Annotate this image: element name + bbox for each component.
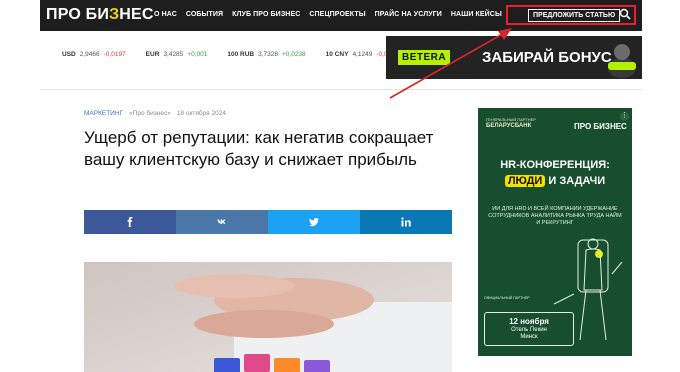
currency-value: 3,7328 (258, 51, 278, 58)
conference-ad[interactable]: ГЕНЕРАЛЬНЫЙ ПАРТНЕР БЕЛАРУСБАНК ПРО БИЗН… (478, 108, 632, 356)
nav-item-cases[interactable]: НАШИ КЕЙСЫ (451, 11, 502, 18)
currency-rates: USD 2,9466 -0,0197 EUR 3,4285 +0,001 100… (62, 51, 398, 58)
ad-subheadline-rest: И ЗАДАЧИ (545, 175, 606, 187)
ad-options-icon[interactable]: ⋮ (620, 112, 629, 121)
suggest-article-button[interactable]: ПРЕДЛОЖИТЬ СТАТЬЮ (528, 8, 621, 22)
article-category-link[interactable]: МАРКЕТИНГ (84, 110, 123, 117)
banner-mascot-icon (608, 44, 636, 78)
ad-partner-label: ГЕНЕРАЛЬНЫЙ ПАРТНЕР (486, 117, 536, 122)
currency-usd: USD 2,9466 -0,0197 (62, 51, 126, 58)
annotation-arrow-icon (389, 28, 512, 99)
search-icon[interactable] (619, 8, 631, 20)
article-title: Ущерб от репутации: как негатив сокращае… (84, 128, 434, 169)
currency-code: USD (62, 51, 76, 58)
nav-item-special-projects[interactable]: СПЕЦПРОЕКТЫ (309, 11, 365, 18)
currency-code: 100 RUB (227, 51, 255, 58)
share-twitter-button[interactable] (268, 210, 360, 234)
ad-event-label: ОФИЦИАЛЬНЫЙ ПАРТНЕР (484, 296, 530, 300)
nav-item-price[interactable]: ПРАЙС НА УСЛУГИ (375, 11, 442, 18)
linkedin-icon (401, 217, 411, 227)
currency-change: +0,0238 (281, 51, 306, 58)
currency-eur: EUR 3,4285 +0,001 (146, 51, 208, 58)
ad-subheadline: ЛЮДИ И ЗАДАЧИ (478, 175, 632, 187)
main-nav: О НАС СОБЫТИЯ КЛУБ ПРО БИЗНЕС СПЕЦПРОЕКТ… (154, 11, 502, 18)
currency-code: EUR (145, 51, 160, 58)
facebook-icon (127, 217, 133, 227)
top-navigation-bar: ПРО БИЗНЕС О НАС СОБЫТИЯ КЛУБ ПРО БИЗНЕС… (40, 0, 642, 31)
currency-rub: 100 RUB 3,7328 +0,0238 (227, 51, 305, 58)
share-vk-button[interactable] (176, 210, 268, 234)
article-date: 18 октября 2024 (176, 110, 226, 117)
share-linkedin-button[interactable] (360, 210, 452, 234)
twitter-icon (309, 218, 319, 227)
ad-headline: HR-КОНФЕРЕНЦИЯ: (500, 159, 610, 171)
ad-event-date: 12 ноября Отель Пекин Минск (484, 312, 574, 346)
logo-text-sep: З (109, 6, 120, 23)
currency-value: 3,4285 (163, 51, 184, 58)
nav-item-club[interactable]: КЛУБ ПРО БИЗНЕС (232, 11, 300, 18)
logo-text-right: НЕС (119, 6, 154, 23)
currency-change: -0,0197 (103, 51, 126, 58)
article-image (84, 262, 452, 372)
suggest-article-highlight: ПРЕДЛОЖИТЬ СТАТЬЮ (506, 5, 636, 25)
header-divider (40, 89, 642, 90)
nav-item-events[interactable]: СОБЫТИЯ (186, 11, 223, 18)
currency-change: +0,001 (187, 51, 208, 58)
ad-venue: Отель Пекин (511, 327, 547, 333)
article-meta: МАРКЕТИНГ «Про бизнес» 18 октября 2024 (84, 110, 226, 117)
logo-text-left: ПРО БИ (46, 6, 110, 23)
ad-highlight: ЛЮДИ (504, 175, 546, 187)
article-source: «Про бизнес» (129, 110, 171, 117)
ad-description: ИИ ДЛЯ HRD И ВСЕЙ КОМПАНИИ УДЕРЖАНИЕ СОТ… (488, 206, 622, 226)
currency-value: 2,9466 (79, 51, 100, 58)
keyboard-hands-photo (84, 262, 452, 372)
vk-icon (217, 219, 226, 224)
currency-value: 4,1249 (352, 51, 373, 58)
share-bar (84, 210, 452, 234)
currency-code: 10 CNY (325, 51, 349, 58)
share-facebook-button[interactable] (84, 210, 176, 234)
ad-bank-name: БЕЛАРУСБАНК (486, 123, 532, 129)
ad-date-text: 12 ноября (509, 317, 549, 326)
site-logo[interactable]: ПРО БИЗНЕС (46, 6, 154, 24)
ad-city: Минск (520, 334, 538, 340)
nav-item-about[interactable]: О НАС (154, 11, 177, 18)
ad-brand: ПРО БИЗНЕС (574, 122, 627, 131)
